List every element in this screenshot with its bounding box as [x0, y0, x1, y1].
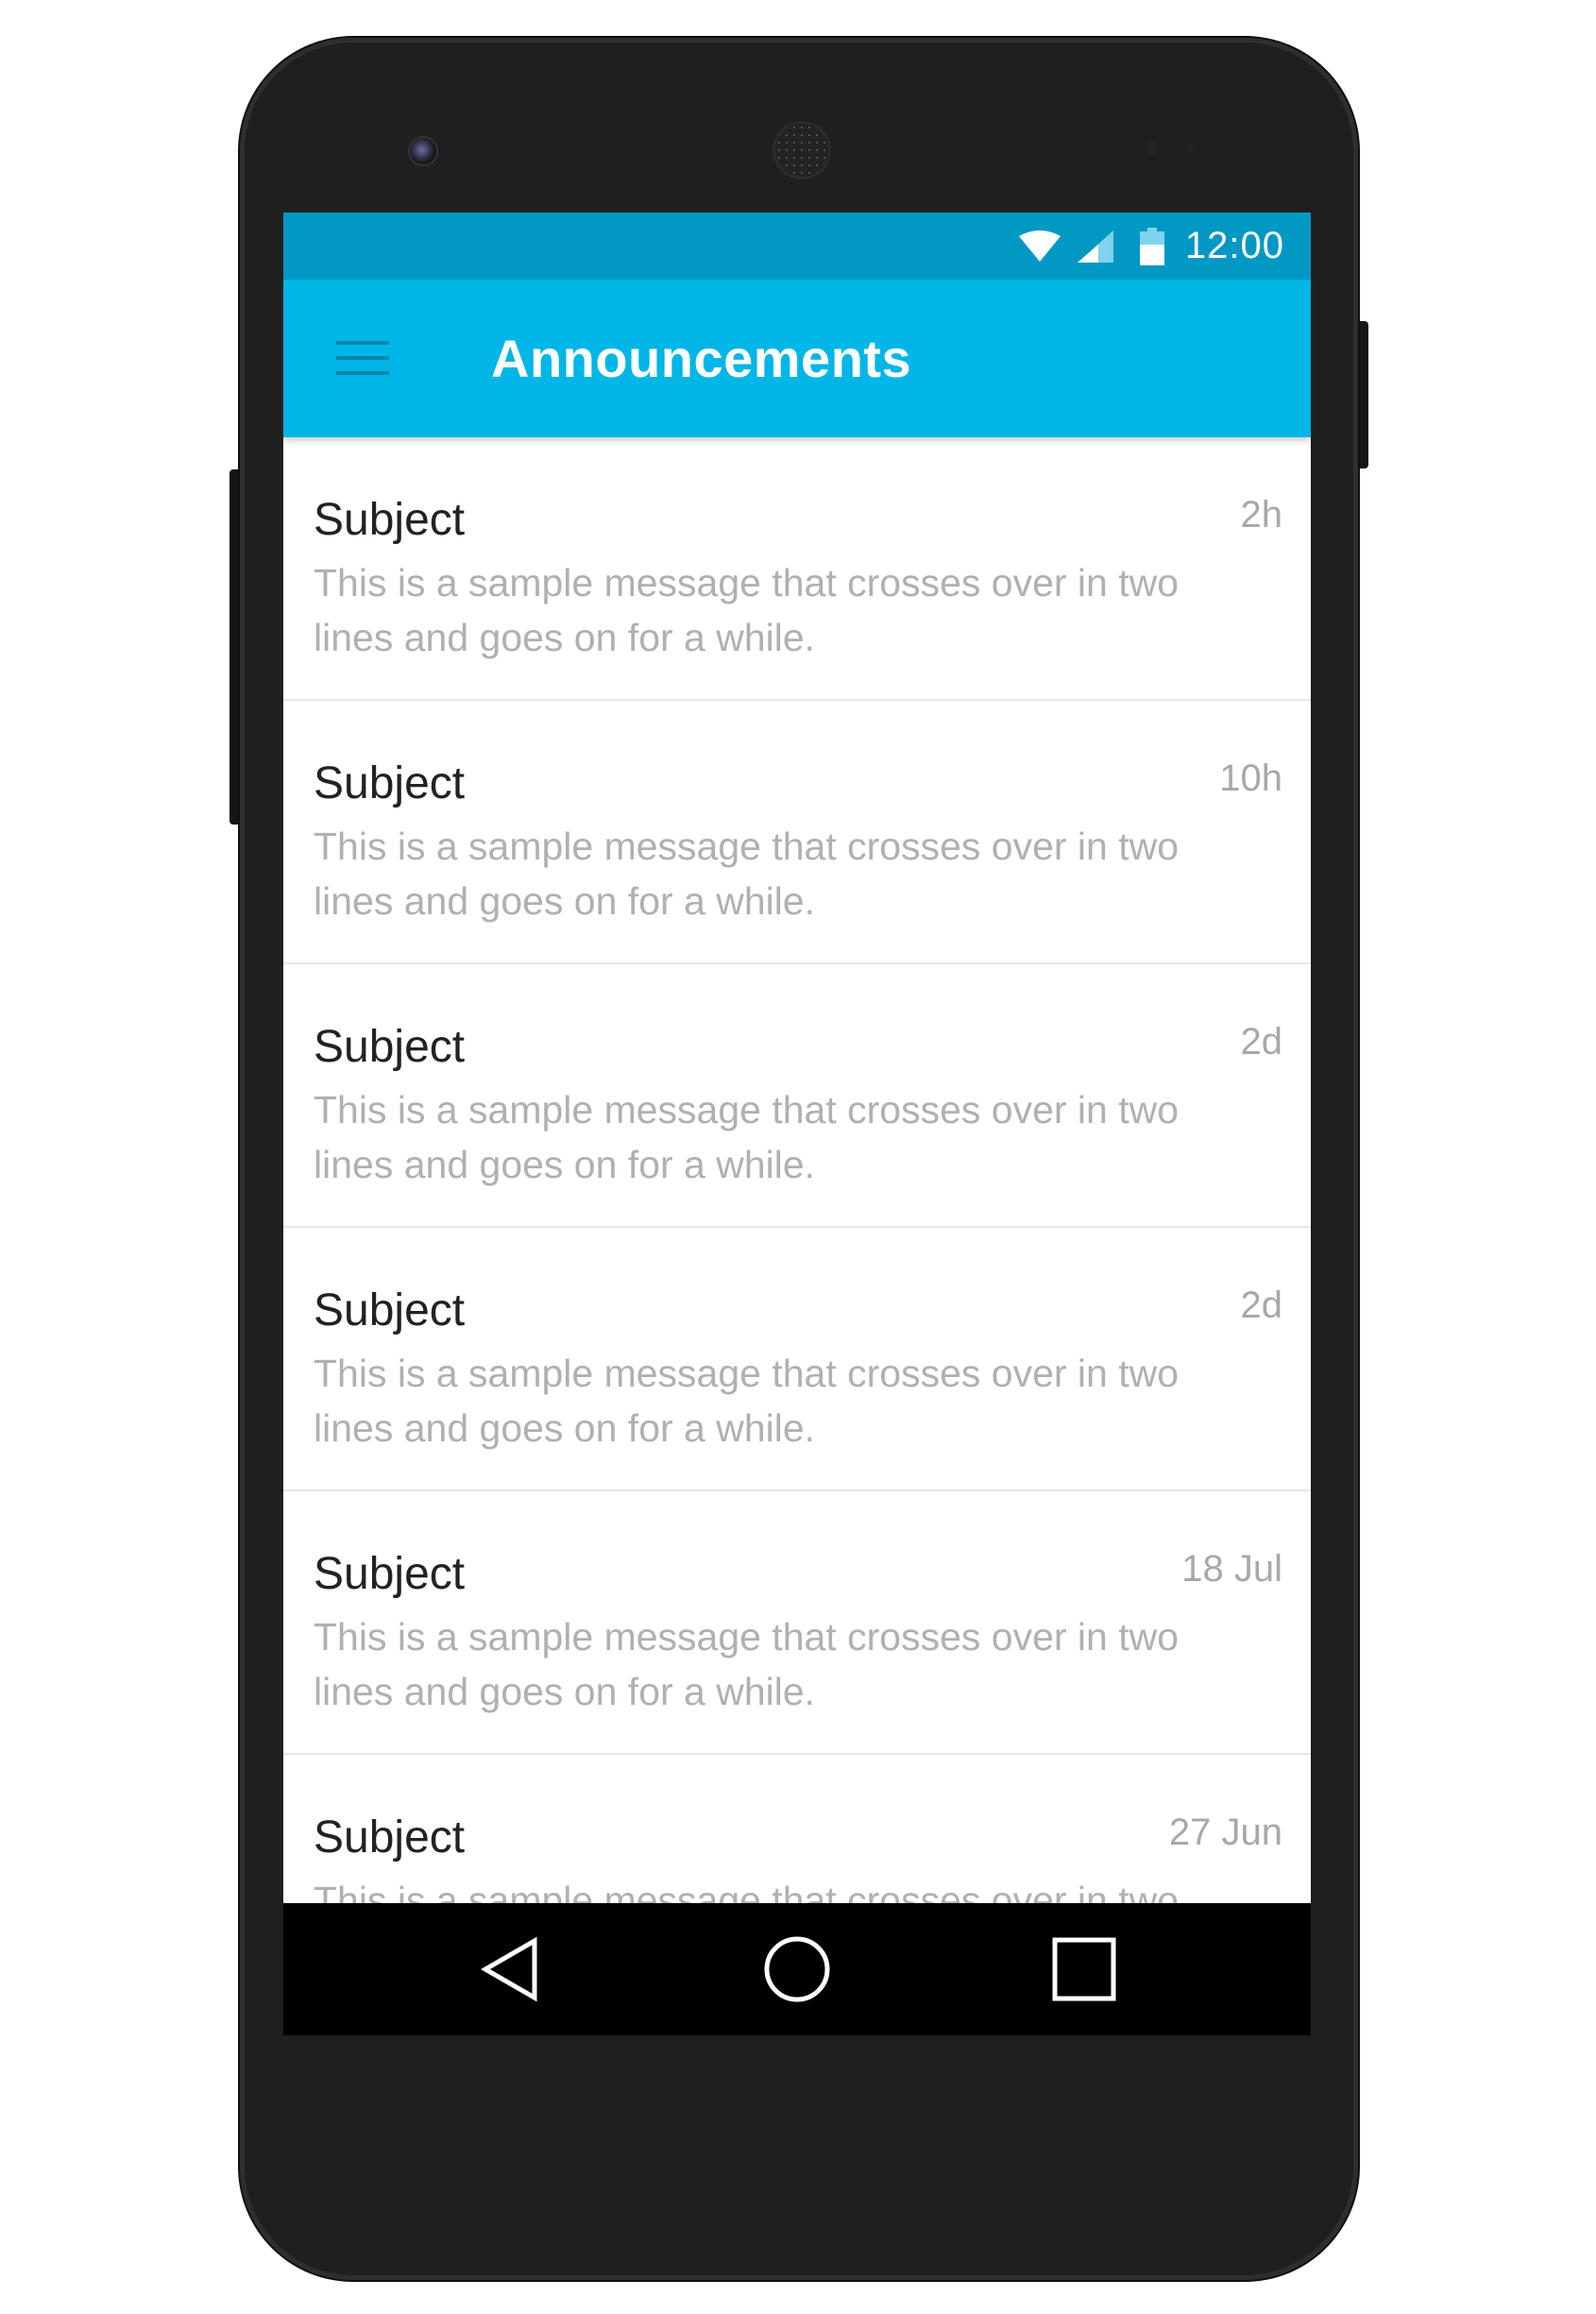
item-message: This is a sample message that crosses ov…: [314, 1615, 1180, 1713]
item-subject: Subject: [314, 758, 466, 808]
recent-apps-icon[interactable]: [1050, 1935, 1118, 2003]
item-subject: Subject: [314, 1812, 466, 1863]
list-item[interactable]: Subject 10h This is a sample message tha…: [283, 701, 1311, 964]
status-clock: 12:00: [1184, 225, 1284, 266]
front-camera-icon: [408, 136, 438, 166]
navigation-bar: [283, 1903, 1311, 2035]
item-message: This is a sample message that crosses ov…: [314, 1088, 1180, 1186]
battery-icon: [1139, 227, 1164, 265]
speaker-grille: [773, 121, 831, 179]
back-icon[interactable]: [478, 1935, 546, 2003]
status-icons: 12:00: [1018, 213, 1284, 280]
page-title: Announcements: [491, 329, 912, 388]
item-message: This is a sample message that crosses ov…: [314, 1352, 1180, 1450]
item-time: 27 Jun: [1168, 1812, 1282, 1853]
item-time: 10h: [1219, 757, 1282, 799]
list-item[interactable]: Subject 2d This is a sample message that…: [283, 1228, 1311, 1491]
announcement-list: Subject 2h This is a sample message that…: [283, 437, 1311, 2018]
screen: 12:00 Announcements Subject 2h This is a…: [283, 213, 1311, 2035]
list-item[interactable]: Subject 18 Jul This is a sample message …: [283, 1491, 1311, 1755]
cell-signal-icon: [1077, 230, 1113, 263]
item-subject: Subject: [314, 1285, 466, 1336]
item-time: 2d: [1240, 1021, 1283, 1063]
status-bar: 12:00: [283, 213, 1311, 280]
item-message: This is a sample message that crosses ov…: [314, 561, 1180, 659]
wifi-icon: [1018, 230, 1061, 262]
list-item[interactable]: Subject 2d This is a sample message that…: [283, 964, 1311, 1228]
app-bar: Announcements: [283, 280, 1311, 437]
item-message: This is a sample message that crosses ov…: [314, 825, 1180, 923]
list-item[interactable]: Subject 2h This is a sample message that…: [283, 437, 1311, 701]
light-sensor: [1184, 144, 1194, 153]
item-subject: Subject: [314, 495, 466, 545]
home-icon[interactable]: [763, 1935, 831, 2003]
proximity-sensor: [1146, 142, 1159, 155]
item-time: 18 Jul: [1181, 1548, 1282, 1590]
item-time: 2d: [1240, 1285, 1283, 1326]
hamburger-menu-icon[interactable]: [336, 341, 389, 377]
item-time: 2h: [1240, 494, 1283, 536]
item-subject: Subject: [314, 1549, 466, 1599]
item-subject: Subject: [314, 1022, 466, 1072]
